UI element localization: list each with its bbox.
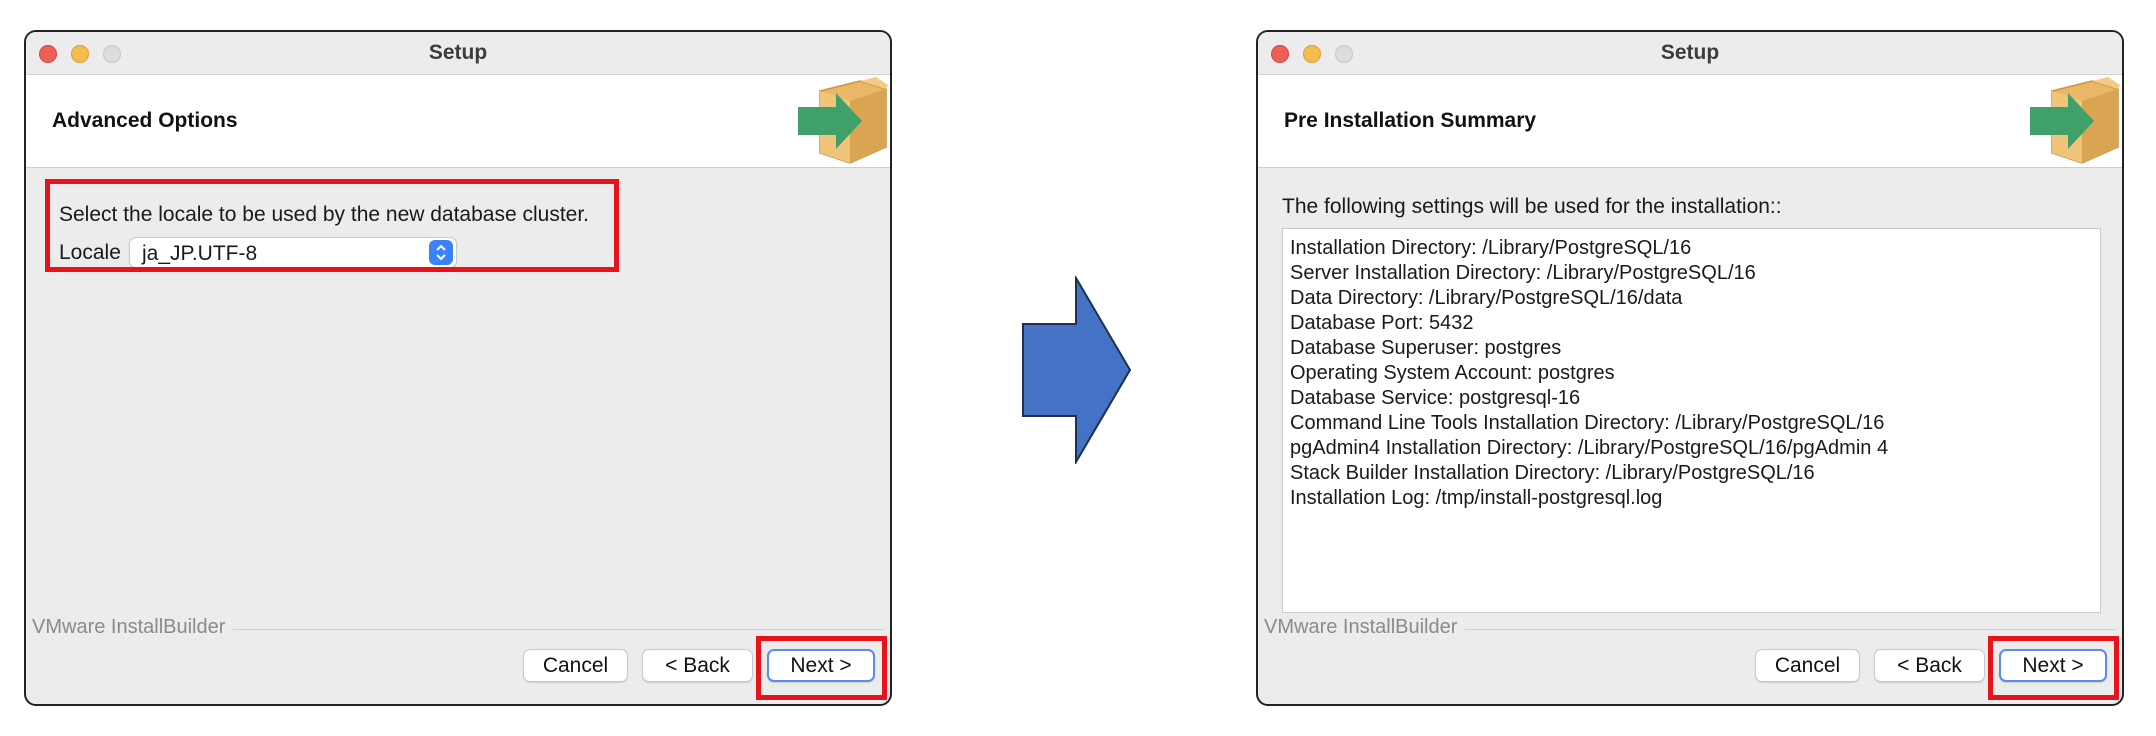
summary-line: Command Line Tools Installation Director… <box>1290 412 1885 434</box>
summary-text-area[interactable]: Installation Directory: /Library/Postgre… <box>1282 228 2101 613</box>
summary-line: Installation Log: /tmp/install-postgresq… <box>1290 487 1663 509</box>
installbuilder-brand: VMware InstallBuilder <box>32 616 234 639</box>
window-title: Setup <box>1660 41 1720 64</box>
installer-box-icon <box>798 77 888 164</box>
summary-line: Database Superuser: postgres <box>1290 337 1562 359</box>
setup-window-pre-installation-summary: Setup Pre Installation Summary The follo… <box>1256 30 2124 706</box>
page-title: Pre Installation Summary <box>1284 109 1537 132</box>
summary-line: Operating System Account: postgres <box>1290 362 1615 384</box>
installer-box-icon <box>2030 77 2120 164</box>
installbuilder-brand: VMware InstallBuilder <box>1264 616 1466 639</box>
page-title: Advanced Options <box>52 109 238 132</box>
summary-line: Installation Directory: /Library/Postgre… <box>1290 237 1692 259</box>
window-title: Setup <box>428 41 488 64</box>
flow-arrow-icon <box>1022 276 1132 464</box>
next-highlight-box <box>756 636 887 700</box>
summary-line: Server Installation Directory: /Library/… <box>1290 262 1756 284</box>
title-bar: Setup <box>1258 32 2122 75</box>
page-header: Advanced Options <box>26 75 890 168</box>
page-header: Pre Installation Summary <box>1258 75 2122 168</box>
back-button[interactable]: < Back <box>1874 649 1985 682</box>
cancel-button[interactable]: Cancel <box>523 649 628 682</box>
cancel-button[interactable]: Cancel <box>1755 649 1860 682</box>
summary-line: pgAdmin4 Installation Directory: /Librar… <box>1290 437 1889 459</box>
title-bar: Setup <box>26 32 890 75</box>
summary-line: Database Port: 5432 <box>1290 312 1474 334</box>
locale-highlight-box <box>45 179 619 272</box>
next-highlight-box <box>1988 636 2119 700</box>
summary-line: Stack Builder Installation Directory: /L… <box>1290 462 1815 484</box>
setup-window-advanced-options: Setup Advanced Options Select the locale… <box>24 30 892 706</box>
summary-line: Data Directory: /Library/PostgreSQL/16/d… <box>1290 287 1683 309</box>
summary-intro: The following settings will be used for … <box>1282 195 1782 218</box>
back-button[interactable]: < Back <box>642 649 753 682</box>
summary-line: Database Service: postgresql-16 <box>1290 387 1581 409</box>
